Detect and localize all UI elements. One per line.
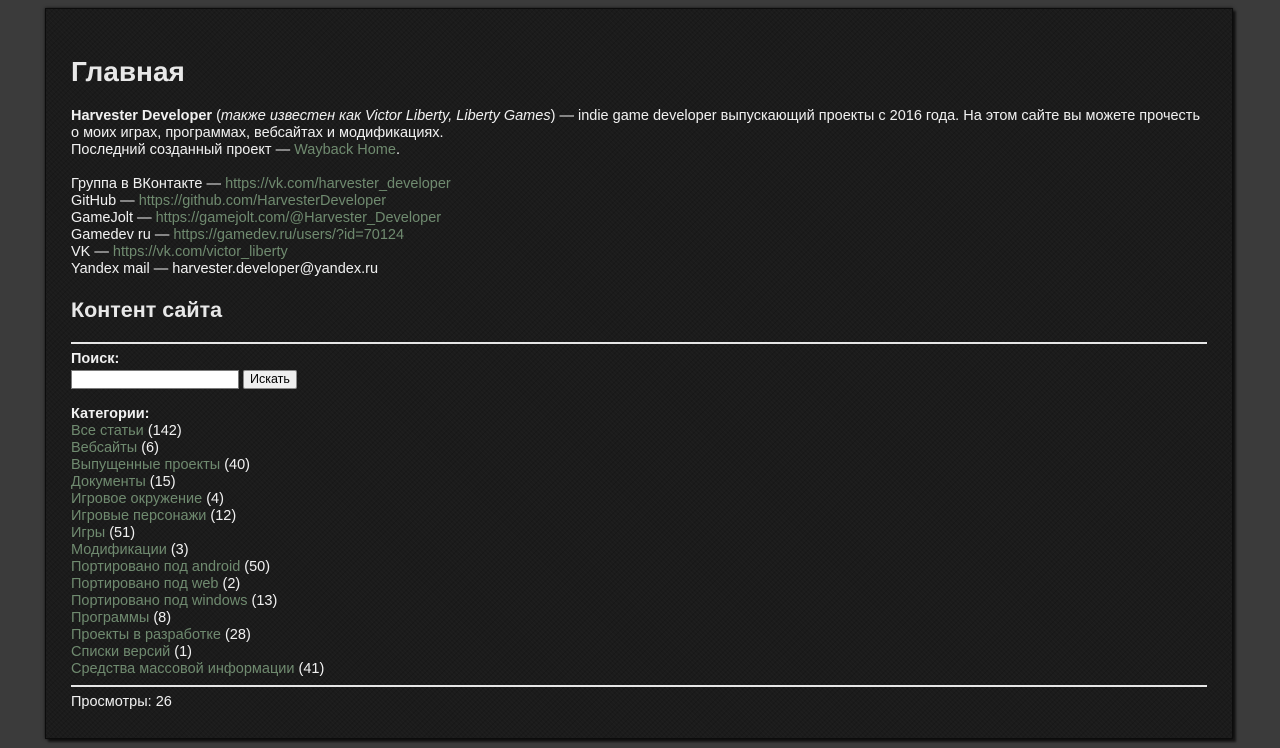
contact-link[interactable]: https://gamejolt.com/@Harvester_Develope… — [156, 210, 442, 226]
categories-list: Все статьи (142) Вебсайты (6) Выпущенные п… — [71, 423, 1207, 678]
category-item: Портировано под web (2) — [71, 576, 1207, 593]
contact-link[interactable]: https://github.com/HarvesterDeveloper — [139, 193, 386, 209]
content-heading: Контент сайта — [71, 298, 223, 322]
category-count: (4) — [202, 491, 224, 507]
category-count: (51) — [105, 525, 136, 541]
aka-text: также известен как Victor Liberty, Liber… — [220, 108, 551, 124]
contact-row: Yandex mail — harvester.developer@yandex… — [71, 261, 1207, 278]
intro-paragraph: Harvester Developer (также известен как … — [71, 108, 1207, 142]
category-count: (1) — [170, 644, 193, 660]
category-count: (13) — [247, 593, 278, 609]
contact-row: GameJolt — https://gamejolt.com/@Harvest… — [71, 210, 1207, 227]
divider — [71, 342, 1207, 344]
contact-label: VK — — [71, 244, 113, 260]
category-link[interactable]: Вебсайты — [71, 440, 137, 456]
contact-label: Группа в ВКонтакте — — [71, 176, 226, 192]
category-count: (15) — [145, 474, 176, 490]
category-count: (41) — [294, 661, 325, 677]
category-link[interactable]: Проекты в разработке — [71, 627, 221, 643]
category-count: (40) — [220, 457, 250, 473]
last-project-label: Последний созданный проект — — [71, 142, 295, 158]
page-title: Главная — [71, 56, 185, 87]
category-link[interactable]: Все статьи — [71, 423, 144, 439]
contact-row: VK — https://vk.com/victor_liberty — [71, 244, 1207, 261]
contact-row: Gamedev ru — https://gamedev.ru/users/?i… — [71, 227, 1207, 244]
category-link[interactable]: Игры — [71, 525, 105, 541]
category-link[interactable]: Модификации — [71, 542, 167, 558]
category-item: Игровое окружение (4) — [71, 491, 1207, 508]
contact-row: GitHub — https://github.com/HarvesterDev… — [71, 193, 1207, 210]
contacts-list: Группа в ВКонтакте — https://vk.com/harv… — [71, 176, 1207, 278]
intro-section: Harvester Developer (также известен как … — [71, 108, 1207, 159]
contact-label: Yandex mail — — [71, 261, 173, 277]
category-item: Все статьи (142) — [71, 423, 1207, 440]
category-item: Портировано под android (50) — [71, 559, 1207, 576]
category-count: (6) — [137, 440, 159, 456]
category-link[interactable]: Программы — [71, 610, 149, 626]
category-item: Модификации (3) — [71, 542, 1207, 559]
category-link[interactable]: Игровое окружение — [71, 491, 202, 507]
category-item: Списки версий (1) — [71, 644, 1207, 661]
last-project-line: Последний созданный проект — Wayback Hom… — [71, 142, 1207, 159]
categories-section: Категории: Все статьи (142) Вебсайты (6) В… — [71, 406, 1207, 678]
category-item: Проекты в разработке (28) — [71, 627, 1207, 644]
category-item: Выпущенные проекты (40) — [71, 457, 1207, 474]
contact-label: Gamedev ru — — [71, 227, 174, 243]
category-item: Вебсайты (6) — [71, 440, 1207, 457]
category-count: (28) — [220, 627, 251, 643]
contact-row: Группа в ВКонтакте — https://vk.com/harv… — [71, 176, 1207, 193]
category-item: Средства массовой информации (41) — [71, 661, 1207, 678]
contact-link[interactable]: https://gamedev.ru/users/?id=70124 — [173, 227, 404, 243]
category-link[interactable]: Средства массовой информации — [71, 661, 294, 677]
contact-link[interactable]: https://vk.com/harvester_developer — [225, 176, 451, 192]
category-count: (12) — [206, 508, 237, 524]
category-link[interactable]: Игровые персонажи — [71, 508, 206, 524]
divider — [71, 685, 1207, 687]
last-project-end: . — [395, 142, 400, 158]
category-link[interactable]: Портировано под windows — [71, 593, 248, 609]
last-project-link[interactable]: Wayback Home — [294, 142, 396, 158]
search-button[interactable]: Искать — [243, 369, 297, 389]
search-input[interactable] — [71, 369, 239, 389]
category-item: Документы (15) — [71, 474, 1207, 491]
category-count: (142) — [143, 423, 182, 439]
developer-name: Harvester Developer — [71, 108, 213, 124]
paren-open: ( — [212, 108, 221, 124]
category-item: Программы (8) — [71, 610, 1207, 627]
category-link[interactable]: Списки версий — [71, 644, 170, 660]
category-count: (2) — [218, 576, 241, 592]
category-link[interactable]: Выпущенные проекты — [71, 457, 220, 473]
search-label: Поиск: — [71, 351, 120, 367]
search-section: Поиск: Искать — [71, 351, 1207, 389]
contact-label: GitHub — — [71, 193, 139, 209]
category-item: Игровые персонажи (12) — [71, 508, 1207, 525]
views-counter: Просмотры: 26 — [71, 694, 172, 710]
category-item: Игры (51) — [71, 525, 1207, 542]
category-count: (8) — [149, 610, 172, 626]
contact-email: harvester.developer@yandex.ru — [172, 261, 379, 277]
category-count: (3) — [166, 542, 189, 558]
category-count: (50) — [240, 559, 271, 575]
contact-link[interactable]: https://vk.com/victor_liberty — [113, 244, 288, 260]
category-link[interactable]: Портировано под android — [71, 559, 240, 575]
categories-label: Категории: — [71, 406, 150, 422]
category-link[interactable]: Портировано под web — [71, 576, 219, 592]
category-item: Портировано под windows (13) — [71, 593, 1207, 610]
category-link[interactable]: Документы — [71, 474, 146, 490]
search-row: Искать — [71, 369, 1207, 389]
contact-label: GameJolt — — [71, 210, 156, 226]
page-container: Главная Harvester Developer (также извес… — [45, 8, 1233, 739]
